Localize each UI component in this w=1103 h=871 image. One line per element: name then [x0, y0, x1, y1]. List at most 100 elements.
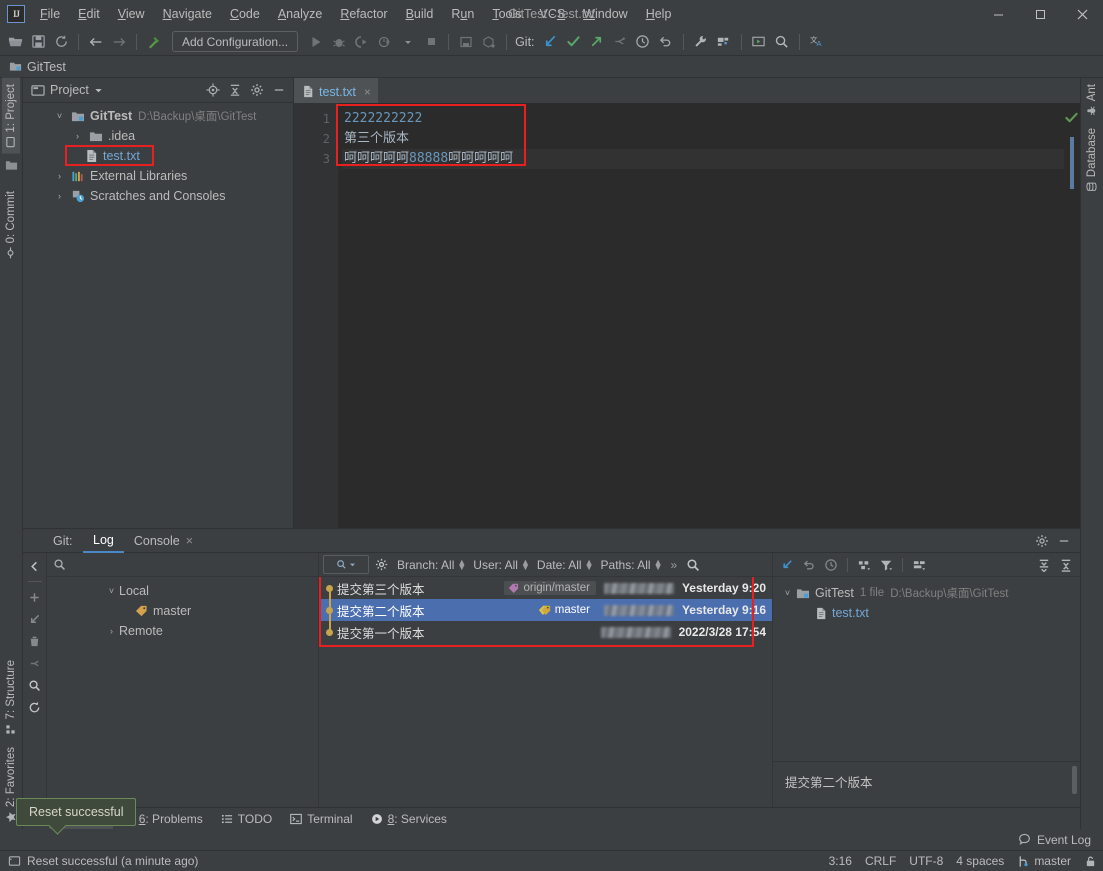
tree-node-external-libraries[interactable]: › External Libraries [23, 166, 293, 186]
tool-window-button-todo[interactable]: TODO [212, 808, 281, 830]
hide-icon[interactable] [269, 80, 289, 100]
run-icon[interactable] [305, 31, 327, 53]
open-folder-icon[interactable] [4, 31, 26, 53]
expand-arrow-icon[interactable]: ˅ [105, 586, 118, 596]
menu-edit[interactable]: Edit [69, 3, 109, 25]
tree-node-scratches[interactable]: › Scratches and Consoles [23, 186, 293, 206]
menu-tools[interactable]: Tools [483, 3, 530, 25]
collapse-arrow-icon[interactable]: › [71, 131, 84, 141]
branch-group-local[interactable]: ˅ Local [47, 581, 318, 601]
filter-user[interactable]: User: All ▲ ▼ [471, 557, 532, 572]
table-row[interactable]: 提交第三个版本 origin/master Yesterday 9:20 [319, 577, 772, 599]
commit-check-icon[interactable] [563, 31, 585, 53]
expand-arrow-icon[interactable]: ˅ [781, 588, 794, 598]
caret-position[interactable]: 3:16 [829, 854, 852, 868]
menu-analyze[interactable]: Analyze [269, 3, 331, 25]
tree-node-gittest[interactable]: ˅ GitTest D:\Backup\桌面\GitTest [23, 106, 293, 126]
indent-setting[interactable]: 4 spaces [956, 854, 1004, 868]
run-with-coverage-icon[interactable] [351, 31, 373, 53]
profile-icon[interactable] [374, 31, 396, 53]
history-clock-icon[interactable] [821, 555, 841, 575]
chevron-down-icon[interactable] [397, 31, 419, 53]
chevron-down-icon[interactable] [94, 86, 103, 95]
branch-icon[interactable] [609, 31, 631, 53]
stop-icon[interactable] [420, 31, 442, 53]
code-content[interactable]: 2222222222 第三个版本 呵呵呵呵呵88888呵呵呵呵呵 [336, 103, 1064, 528]
menu-file[interactable]: File [31, 3, 69, 25]
table-row[interactable]: 提交第一个版本 2022/3/28 17:54 [319, 621, 772, 643]
commit-ref-chip[interactable]: master [534, 603, 596, 617]
status-bar-message[interactable]: Reset successful (a minute ago) [27, 854, 198, 868]
editor-tab-test-txt[interactable]: test.txt × [294, 78, 378, 103]
menu-run[interactable]: Run [442, 3, 483, 25]
translate-icon[interactable]: 文A [806, 31, 828, 53]
search-icon[interactable] [25, 675, 45, 695]
breadcrumb-project[interactable]: GitTest [27, 60, 66, 74]
project-view-selector[interactable]: Project [31, 83, 103, 97]
highlight-my-commits-icon[interactable] [777, 555, 797, 575]
sidebar-item-database[interactable]: Database [1083, 122, 1101, 198]
collapse-all-icon[interactable] [1056, 555, 1076, 575]
intellisort-icon[interactable] [854, 555, 874, 575]
sync-icon[interactable] [50, 31, 72, 53]
back-arrow-icon[interactable] [85, 31, 107, 53]
text-filter-icon[interactable] [323, 555, 369, 574]
sidebar-item-project[interactable]: 1: Project [2, 78, 20, 154]
collapse-arrow-icon[interactable]: › [53, 171, 66, 181]
filter-icon[interactable] [876, 555, 896, 575]
wrench-settings-icon[interactable] [690, 31, 712, 53]
run-anything-icon[interactable] [748, 31, 770, 53]
gear-icon[interactable] [247, 80, 267, 100]
menu-refactor[interactable]: Refactor [331, 3, 396, 25]
commit-list[interactable]: 提交第三个版本 origin/master Yesterday 9:20 提交第… [319, 577, 772, 807]
search-icon[interactable] [683, 555, 703, 575]
commit-message-scrollbar[interactable] [1072, 766, 1077, 794]
overflow-chevron-icon[interactable]: » [667, 558, 680, 572]
tree-node-test-txt[interactable]: test.txt [23, 146, 293, 166]
layout-icon[interactable] [455, 31, 477, 53]
git-branch-widget[interactable]: master [1017, 854, 1071, 868]
build-hammer-icon[interactable] [143, 31, 165, 53]
changed-files-root[interactable]: ˅ GitTest 1 file D:\Backup\桌面\GitTest [773, 583, 1080, 603]
debug-icon[interactable] [328, 31, 350, 53]
menu-code[interactable]: Code [221, 3, 269, 25]
line-separator[interactable]: CRLF [865, 854, 896, 868]
balloon-icon[interactable] [8, 855, 21, 868]
branch-search-input[interactable] [72, 557, 312, 572]
update-project-icon[interactable] [478, 31, 500, 53]
reset-successful-balloon[interactable]: Reset successful [16, 798, 137, 826]
collapse-all-icon[interactable] [225, 80, 245, 100]
menu-help[interactable]: Help [637, 3, 681, 25]
history-clock-icon[interactable] [632, 31, 654, 53]
fetch-icon[interactable] [25, 609, 45, 629]
revert-icon[interactable] [799, 555, 819, 575]
menu-view[interactable]: View [109, 3, 154, 25]
menu-window[interactable]: Window [574, 3, 636, 25]
branch-item-master[interactable]: master [47, 601, 318, 621]
menu-navigate[interactable]: Navigate [154, 3, 221, 25]
push-arrow-icon[interactable] [586, 31, 608, 53]
run-configuration-selector[interactable]: Add Configuration... [172, 31, 299, 52]
branch-group-remote[interactable]: › Remote [47, 621, 318, 641]
menu-vcs[interactable]: VCS [531, 3, 575, 25]
expand-arrow-icon[interactable]: ˅ [53, 111, 66, 121]
editor-scrollbar-thumb[interactable] [1070, 137, 1074, 189]
sidebar-item-structure[interactable]: 7: Structure [2, 654, 20, 740]
filter-paths[interactable]: Paths: All ▲ ▼ [599, 557, 665, 572]
close-icon[interactable]: × [186, 534, 193, 548]
read-only-lock-icon[interactable] [1084, 855, 1097, 868]
search-everywhere-icon[interactable] [771, 31, 793, 53]
tool-window-button-terminal[interactable]: Terminal [281, 808, 361, 830]
project-structure-icon[interactable] [713, 31, 735, 53]
add-icon[interactable] [25, 587, 45, 607]
changed-file-item[interactable]: test.txt [773, 603, 1080, 623]
tab-console[interactable]: Console × [124, 529, 203, 553]
show-long-edges-icon[interactable] [909, 555, 929, 575]
tool-window-button-services[interactable]: 8: Services [362, 808, 456, 830]
code-editor[interactable]: 1 2 3 2222222222 第三个版本 呵呵呵呵呵88888呵呵呵呵呵 [294, 103, 1080, 528]
event-log-label[interactable]: Event Log [1037, 833, 1091, 847]
locate-target-icon[interactable] [203, 80, 223, 100]
collapse-arrow-icon[interactable]: › [53, 191, 66, 201]
save-all-icon[interactable] [27, 31, 49, 53]
close-button[interactable] [1061, 0, 1103, 28]
